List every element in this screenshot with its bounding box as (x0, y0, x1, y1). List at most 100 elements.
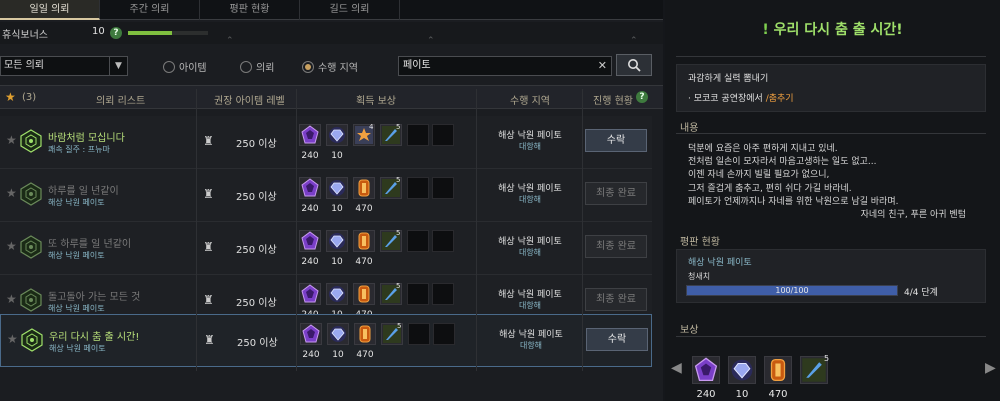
search-value: 페이토 (403, 60, 431, 71)
reward-item-purple-icon[interactable] (299, 124, 321, 146)
reward-item-orange-icon[interactable] (354, 323, 376, 345)
reputation-name: 해상 낙원 페이토 (688, 258, 752, 268)
quest-list-panel: 일일 의뢰 주간 의뢰 평판 현황 길드 의뢰 휴식보너스 10 ? ⌃ ⌃ ⌃… (0, 0, 663, 401)
detail-reward-blue-icon[interactable] (728, 356, 756, 384)
ornament-icon: ⌃ (630, 36, 638, 46)
reward-item-purple-icon[interactable] (299, 283, 321, 305)
helmet-icon: ♜ (204, 333, 215, 347)
reward-item-purple-icon[interactable] (299, 177, 321, 199)
content-line: 이젠 자네 손까지 빌릴 필요가 없으니, (688, 170, 830, 181)
reward-badge: 5 (396, 229, 401, 237)
quest-region-sub: 대항해 (518, 142, 542, 151)
detail-reward-purple-icon[interactable] (692, 356, 720, 384)
quest-row[interactable]: ★ 하루를 일 년같이 해상 낙원 페이토 ♜ 250 이상 240 10 470 5 해상 낙원… (0, 169, 652, 222)
radio-circle-icon (163, 60, 175, 73)
content-line: 그저 즐겁게 춤추고, 편히 쉬다 가길 바라네. (688, 183, 852, 194)
reward-count: 10 (331, 204, 343, 214)
reputation-label: 평판 현황 (680, 237, 720, 248)
required-level: 250 이상 (236, 192, 277, 203)
reward-item-blue-icon[interactable] (326, 283, 348, 305)
radio-region[interactable]: 수행 지역 (302, 59, 358, 74)
reward-item-blue-icon[interactable] (326, 124, 348, 146)
empty-slot (407, 177, 429, 199)
ornament-icon: ⌃ (226, 36, 234, 46)
reward-item-blue-icon[interactable] (326, 230, 348, 252)
chevron-down-icon[interactable]: ▼ (109, 57, 127, 75)
tab-reputation[interactable]: 평판 현황 (200, 0, 300, 20)
detail-reward-orange-icon[interactable] (764, 356, 792, 384)
objective-text: 과감하게 실력 뽐내기 (688, 74, 769, 84)
objective-task: · 모코코 공연장에서 /춤추기 (688, 91, 794, 104)
empty-slot (432, 124, 454, 146)
quest-region: 해상 낙원 페이토 (498, 237, 562, 247)
reward-label: 보상 (680, 325, 699, 336)
tab-daily[interactable]: 일일 의뢰 (0, 0, 100, 20)
reward-count: 470 (355, 204, 373, 214)
column-divider (476, 89, 477, 371)
star-filter-icon[interactable]: ★ (5, 90, 16, 104)
next-arrow-icon[interactable]: ▶ (985, 360, 996, 376)
helmet-icon: ♜ (203, 293, 214, 307)
accept-button[interactable]: 수락 (585, 129, 647, 152)
helmet-icon: ♜ (203, 240, 214, 254)
task-highlight: /춤추기 (765, 94, 794, 104)
favorite-star-icon[interactable]: ★ (6, 239, 17, 253)
quest-region-sub: 대항해 (518, 248, 542, 257)
clear-icon[interactable]: ✕ (598, 57, 607, 75)
search-icon (628, 59, 641, 72)
favorite-star-icon[interactable]: ★ (7, 332, 18, 346)
content-line: 덕분에 요즘은 아주 편하게 지내고 있네. (688, 144, 838, 154)
radio-quest[interactable]: 의뢰 (240, 59, 274, 74)
rest-bonus-progress (128, 31, 208, 35)
quest-row[interactable]: ★ 우리 다시 춤 출 시간! 해상 낙원 페이토 ♜ 250 이상 240 10 470 5 해… (0, 314, 652, 367)
empty-slot (433, 323, 455, 345)
favorite-star-icon[interactable]: ★ (6, 133, 17, 147)
reputation-rank: 청새치 (688, 272, 711, 281)
detail-reward-count: 240 (696, 389, 716, 400)
star-count: (3) (22, 92, 37, 103)
radio-circle-icon (302, 60, 314, 73)
reward-item-blue-icon[interactable] (326, 177, 348, 199)
reward-item-blue-icon[interactable] (327, 323, 349, 345)
quest-region: 해상 낙원 페이토 (499, 330, 563, 340)
task-prefix: · 모코코 공연장에서 (688, 94, 766, 104)
detail-reward-count: 10 (735, 389, 749, 400)
quest-row[interactable]: ★ 또 하루를 일 년같이 해상 낙원 페이토 ♜ 250 이상 240 10 470 5 해상 … (0, 222, 652, 275)
prev-arrow-icon[interactable]: ◀ (671, 360, 682, 376)
detail-reward-badge: 5 (824, 354, 830, 363)
accept-button[interactable]: 수락 (586, 328, 648, 351)
quest-title: 또 하루를 일 년같이 (48, 239, 132, 250)
detail-title: ! 우리 다시 춤 출 시간! (665, 12, 1000, 48)
empty-slot (408, 323, 430, 345)
help-icon[interactable]: ? (636, 91, 648, 103)
favorite-star-icon[interactable]: ★ (6, 186, 17, 200)
empty-slot (407, 283, 429, 305)
quest-subtitle: 해상 낙원 페이토 (49, 344, 106, 353)
quest-row[interactable]: ★ 바람처럼 모십니다 쾌속 질주 : 프뉴마 ♜ 250 이상 240 10 4 5 해상 낙원… (0, 116, 652, 169)
divider (676, 56, 986, 57)
reward-item-purple-icon[interactable] (300, 323, 322, 345)
ornament-icon: ⌃ (427, 36, 435, 46)
tab-guild[interactable]: 길드 의뢰 (300, 0, 400, 20)
reward-badge: 5 (396, 123, 401, 131)
empty-slot (432, 283, 454, 305)
radio-item-label: 아이템 (179, 63, 207, 74)
reward-item-orange-icon[interactable] (353, 177, 375, 199)
reward-item-purple-icon[interactable] (299, 230, 321, 252)
search-input[interactable]: 페이토 ✕ (398, 56, 612, 76)
content-label: 내용 (680, 123, 699, 134)
reward-count: 470 (356, 350, 374, 360)
exclamation-icon: ! (762, 22, 774, 38)
quest-region: 해상 낙원 페이토 (498, 290, 562, 300)
content-line: 페이토가 언제까지나 자네를 위한 낙원으로 남길 바라며. (688, 196, 899, 207)
help-icon[interactable]: ? (110, 27, 122, 39)
tab-weekly[interactable]: 주간 의뢰 (100, 0, 200, 20)
quest-type-select[interactable]: 모든 의뢰 ▼ (0, 56, 128, 76)
reward-badge: 5 (396, 282, 401, 290)
reward-item-orange-icon[interactable] (353, 230, 375, 252)
favorite-star-icon[interactable]: ★ (6, 292, 17, 306)
search-button[interactable] (616, 54, 652, 76)
reward-item-orange-icon[interactable] (353, 283, 375, 305)
radio-item[interactable]: 아이템 (163, 59, 207, 74)
filter-bar: 모든 의뢰 ▼ 아이템 의뢰 수행 지역 페이토 ✕ (0, 54, 663, 76)
